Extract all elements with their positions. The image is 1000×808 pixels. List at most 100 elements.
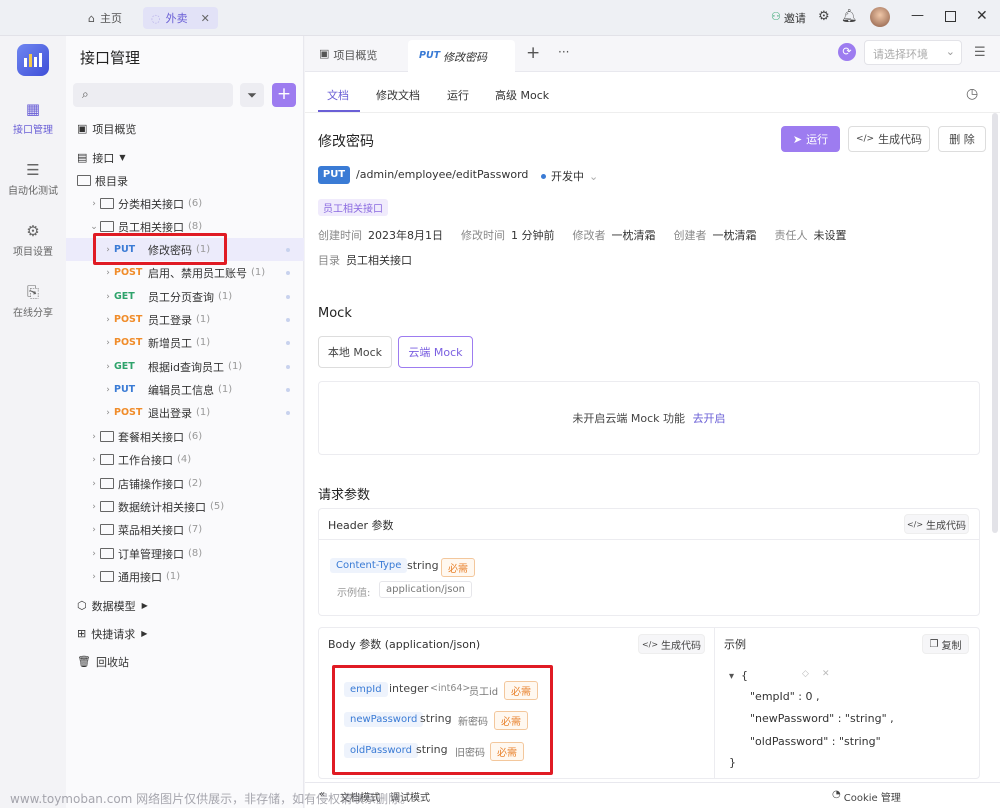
sidebar-item-root[interactable]: 根目录 xyxy=(66,169,304,192)
send-icon: ➤ xyxy=(792,132,803,146)
code-icon: </> xyxy=(855,134,875,144)
tree-folder[interactable]: › 分类相关接口 (6) xyxy=(66,192,304,215)
copy-button[interactable]: ❐ 复制 xyxy=(922,634,969,654)
body-params-title: Body 参数 (application/json) xyxy=(328,638,481,651)
folder-tag[interactable]: 员工相关接口 xyxy=(318,199,388,216)
status-dot xyxy=(286,247,290,252)
json-line: { xyxy=(741,669,748,682)
local-mock-button[interactable]: 本地 Mock xyxy=(318,336,392,368)
sidebar-item-data-model[interactable]: ⬡ 数据模型 ▶ xyxy=(66,594,304,617)
history-icon[interactable]: ◷ xyxy=(966,86,978,102)
code-icon: </> xyxy=(906,519,924,529)
tree-api-item[interactable]: › GET 根据id查询员工 (1) xyxy=(66,355,304,378)
subtab-doc[interactable]: 文档 xyxy=(327,87,349,103)
minimize-icon[interactable]: — xyxy=(911,8,924,23)
header-params-title: Header 参数 xyxy=(328,519,394,532)
scrollbar[interactable] xyxy=(992,113,998,533)
chevron-right-icon: › xyxy=(92,478,96,489)
filter-icon[interactable]: ⏷ xyxy=(240,83,264,107)
menu-icon[interactable]: ☰ xyxy=(974,45,986,60)
environment-icon[interactable]: ⟳ xyxy=(838,43,856,61)
folder-icon xyxy=(100,501,114,512)
folder-icon xyxy=(100,478,114,489)
highlight-annotation xyxy=(93,233,227,265)
tree-folder[interactable]: › 订单管理接口 (8) xyxy=(66,542,304,565)
status-dot xyxy=(286,387,290,392)
copy-icon: ❐ xyxy=(929,638,939,650)
cube-icon: ⬡ xyxy=(77,599,87,612)
more-tabs-button[interactable]: ··· xyxy=(558,45,569,59)
status-select[interactable]: 开发中 ⌄ xyxy=(541,168,598,184)
collapse-icon[interactable]: ✕ xyxy=(822,669,830,679)
run-button[interactable]: ➤ 运行 xyxy=(781,126,840,152)
params-title: 请求参数 xyxy=(318,488,371,503)
method-badge: PUT xyxy=(318,166,350,184)
add-tab-button[interactable]: + xyxy=(526,43,540,63)
sidebar-search-input[interactable]: ⌕ xyxy=(73,83,233,107)
subtab-edit-doc[interactable]: 修改文档 xyxy=(376,87,420,103)
rail-automation-test[interactable]: ☰ 自动化测试 xyxy=(0,161,66,197)
nav-rail xyxy=(0,36,66,808)
delete-button[interactable]: 删 除 xyxy=(938,126,986,152)
rail-project-settings[interactable]: ⚙ 项目设置 xyxy=(0,222,66,258)
rail-api-management[interactable]: ▦ 接口管理 xyxy=(0,100,66,136)
rail-online-share[interactable]: ⎘ 在线分享 xyxy=(0,283,66,319)
user-add-icon: ⚇ xyxy=(771,10,781,23)
settings-icon[interactable]: ⚙ xyxy=(818,9,830,24)
status-dot xyxy=(286,364,290,369)
header-generate-code-button[interactable]: </> 生成代码 xyxy=(904,514,969,534)
tree-api-item[interactable]: › POST 员工登录 (1) xyxy=(66,308,304,331)
enable-mock-link[interactable]: 去开启 xyxy=(693,412,726,425)
chevron-right-icon: › xyxy=(106,337,110,348)
home-tab[interactable]: ⌂ 主页 xyxy=(80,7,130,29)
tree-api-item[interactable]: › POST 退出登录 (1) xyxy=(66,401,304,424)
tree-folder[interactable]: › 菜品相关接口 (7) xyxy=(66,518,304,541)
body-generate-code-button[interactable]: </> 生成代码 xyxy=(638,634,705,654)
bell-icon[interactable]: 🔔︎ xyxy=(841,9,858,24)
sidebar-item-project-overview[interactable]: ▣ 项目概览 xyxy=(66,117,304,140)
project-tab[interactable]: ◌ 外卖 ✕ xyxy=(143,7,218,29)
sidebar-title: 接口管理 xyxy=(80,49,141,67)
tree-api-item[interactable]: › GET 员工分页查询 (1) xyxy=(66,285,304,308)
expand-icon[interactable]: ◇ xyxy=(802,669,809,679)
invite-button[interactable]: ⚇ 邀请 xyxy=(771,10,806,26)
generate-code-button[interactable]: </> 生成代码 xyxy=(848,126,930,152)
chevron-right-icon: › xyxy=(92,524,96,535)
cloud-mock-button[interactable]: 云端 Mock xyxy=(398,336,473,368)
cookie-manager-button[interactable]: ◔ Cookie 管理 xyxy=(832,789,901,804)
tree-folder[interactable]: › 店铺操作接口 (2) xyxy=(66,472,304,495)
project-settings-icon: ⚙ xyxy=(26,222,40,240)
divider xyxy=(305,112,1000,113)
tree-folder[interactable]: › 数据统计相关接口 (5) xyxy=(66,495,304,518)
add-api-button[interactable]: + xyxy=(272,83,296,107)
tree-folder[interactable]: › 通用接口 (1) xyxy=(66,565,304,588)
tab-active[interactable]: PUT 修改密码 xyxy=(408,40,515,73)
tree-api-item[interactable]: › POST 新增员工 (1) xyxy=(66,331,304,354)
collapse-caret-icon[interactable]: ▾ xyxy=(729,671,734,682)
overview-icon: ▣ xyxy=(319,47,330,60)
close-window-icon[interactable]: ✕ xyxy=(976,8,988,24)
json-line: "oldPassword" : "string" xyxy=(750,735,881,748)
home-icon: ⌂ xyxy=(88,11,95,25)
tree-folder[interactable]: › 套餐相关接口 (6) xyxy=(66,425,304,448)
subtab-run[interactable]: 运行 xyxy=(447,87,469,103)
folder-icon xyxy=(100,571,114,582)
sidebar-item-recycle-bin[interactable]: 🗑︎ 回收站 xyxy=(66,650,304,673)
tree-folder[interactable]: › 工作台接口 (4) xyxy=(66,448,304,471)
chevron-right-icon: › xyxy=(106,384,110,395)
environment-select[interactable]: 请选择环境 ⌄ xyxy=(864,40,962,65)
json-line: "newPassword" : "string" , xyxy=(750,712,894,725)
highlight-annotation xyxy=(332,665,553,775)
close-tab-icon[interactable]: ✕ xyxy=(201,12,210,25)
tab-project-overview[interactable]: ▣ 项目概览 xyxy=(319,47,377,63)
status-dot xyxy=(286,294,290,299)
chevron-right-icon: › xyxy=(92,454,96,465)
folder-open-icon xyxy=(100,221,114,232)
avatar[interactable] xyxy=(870,7,890,27)
maximize-icon[interactable] xyxy=(945,11,956,22)
subtab-advanced-mock[interactable]: 高级 Mock xyxy=(495,87,549,103)
meta-row: 创建时间 2023年8月1日 修改时间 1 分钟前 修改者 一枕清霜 创建者 一枕清霜 … xyxy=(318,229,847,242)
tree-api-item[interactable]: › PUT 编辑员工信息 (1) xyxy=(66,378,304,401)
sidebar-item-api[interactable]: ▤ 接口 ▼ xyxy=(66,146,304,169)
sidebar-item-quick-request[interactable]: ⊞ 快捷请求 ▶ xyxy=(66,622,304,645)
